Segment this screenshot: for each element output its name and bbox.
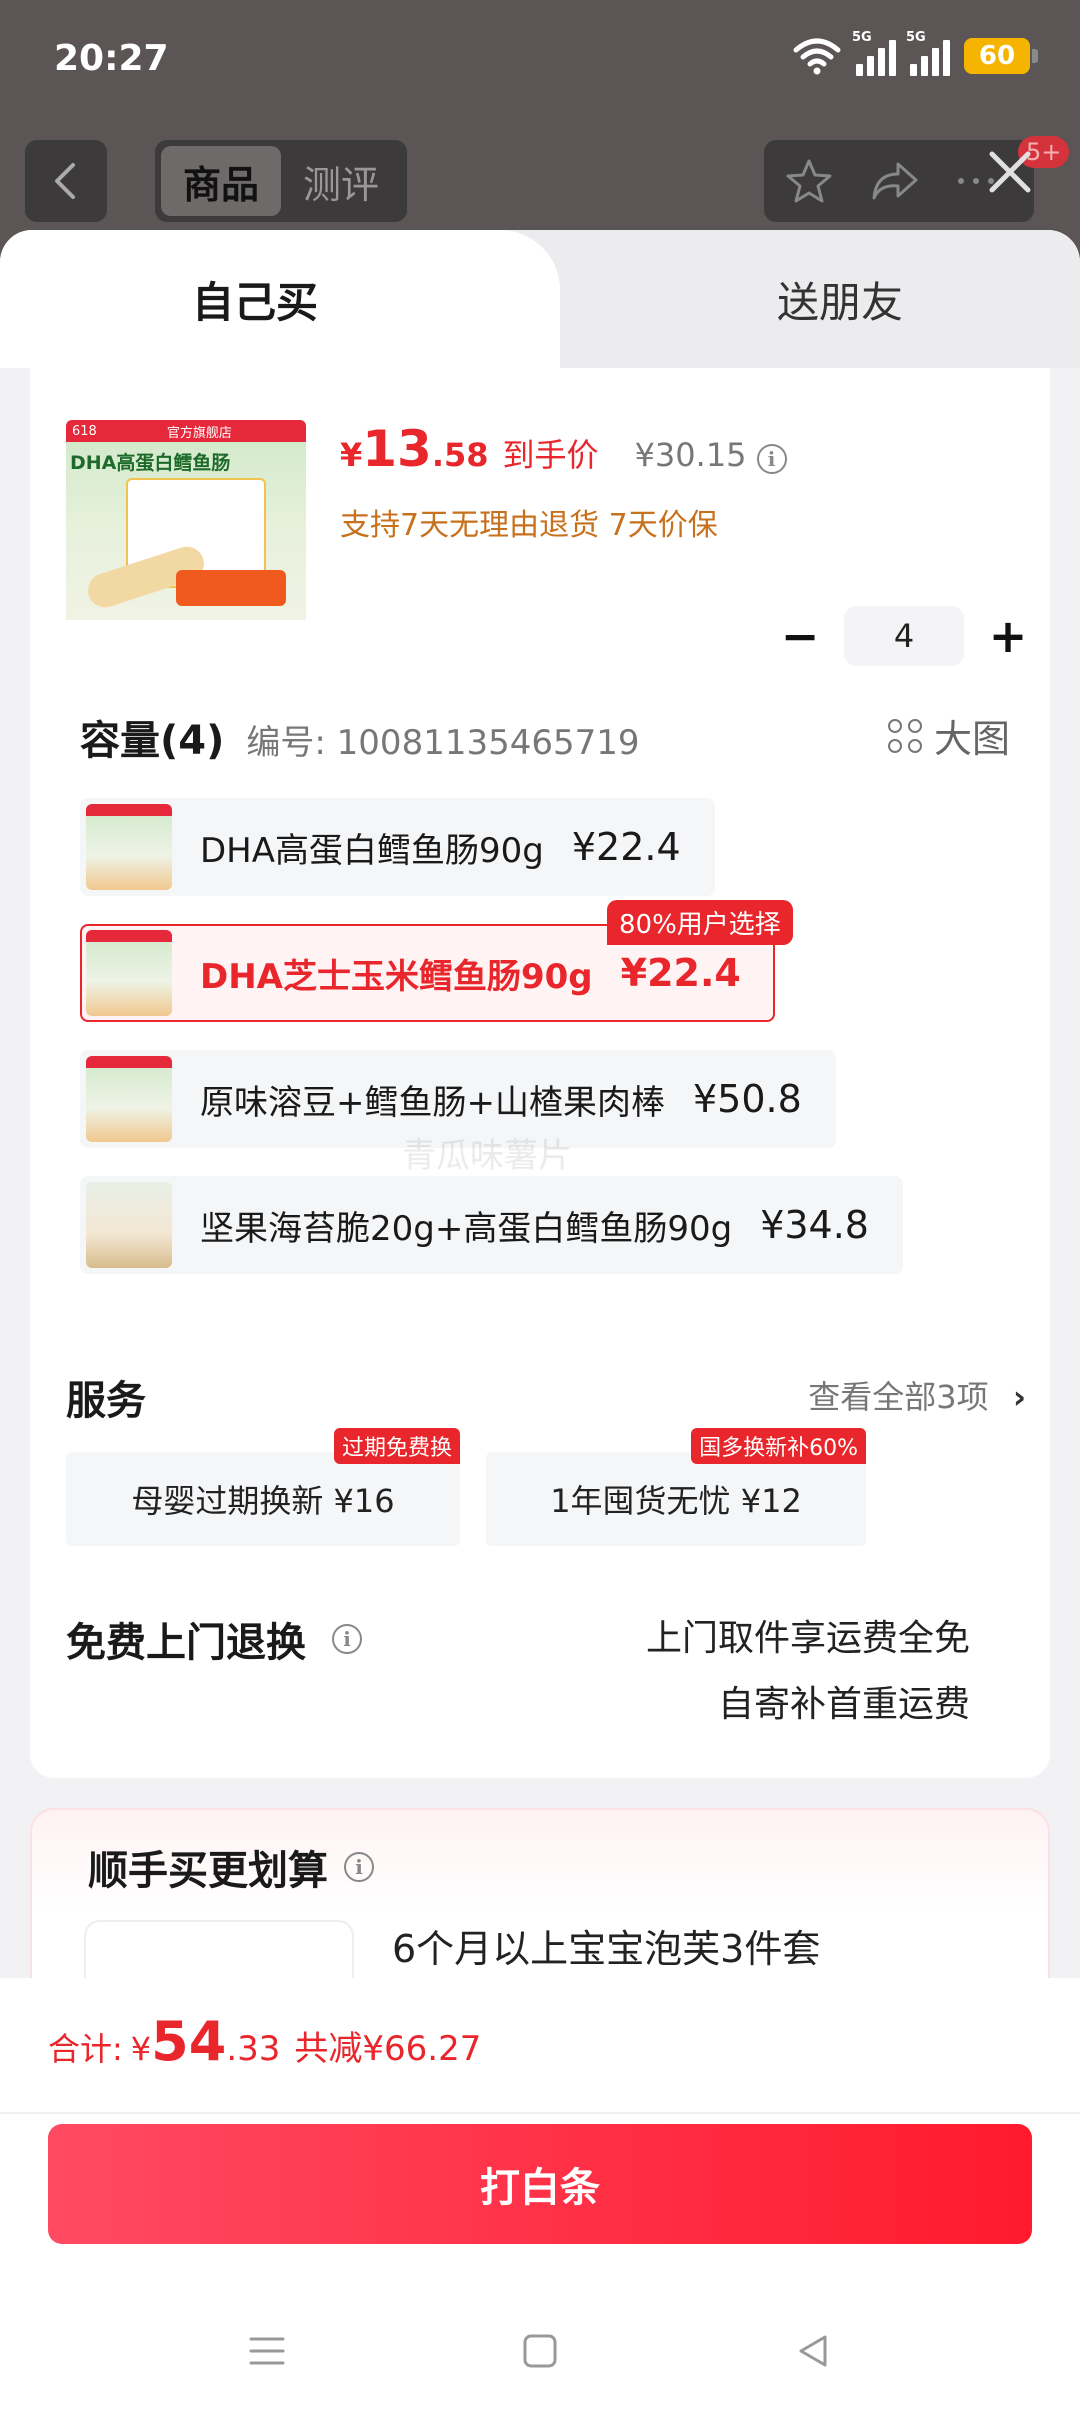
big-image-label: 大图 bbox=[933, 717, 1010, 761]
service-label: 母婴过期换新 ¥16 bbox=[131, 1482, 395, 1520]
price-label: 到手价 bbox=[502, 436, 599, 474]
promo-graphic bbox=[176, 570, 286, 606]
total-integer: 54 bbox=[151, 2010, 227, 2073]
services-header: 服务 查看全部3项 › bbox=[66, 1368, 1026, 1426]
return-line-2: 自寄补首重运费 bbox=[717, 1684, 970, 1725]
popular-tag: 80%用户选择 bbox=[607, 900, 793, 945]
image-title: DHA高蛋白鳕鱼肠 bbox=[70, 452, 231, 474]
back-button[interactable] bbox=[25, 140, 107, 222]
option-price: ¥34.8 bbox=[760, 1203, 869, 1247]
option-name: DHA高蛋白鳕鱼肠90g bbox=[200, 830, 544, 871]
close-icon[interactable] bbox=[980, 142, 1040, 202]
option-price: ¥50.8 bbox=[692, 1077, 802, 1121]
home-icon[interactable] bbox=[520, 2331, 560, 2371]
option-price: ¥22.4 bbox=[571, 825, 681, 869]
price-integer: 13 bbox=[362, 420, 432, 478]
product-card: 618 官方旗舰店 DHA高蛋白鳕鱼肠 ¥ 13 .58 到手价 ¥30.15 … bbox=[30, 368, 1050, 1778]
wifi-icon bbox=[793, 38, 841, 75]
big-image-toggle[interactable]: 大图 bbox=[887, 708, 1010, 763]
option-name: 坚果海苔脆20g+高蛋白鳕鱼肠90g bbox=[200, 1208, 733, 1249]
services-title: 服务 bbox=[66, 1378, 146, 1424]
signal-icon-1: 5G bbox=[852, 30, 896, 76]
option-thumbnail bbox=[86, 1056, 172, 1142]
product-image[interactable]: 618 官方旗舰店 DHA高蛋白鳕鱼肠 bbox=[66, 420, 306, 660]
info-icon[interactable]: i bbox=[332, 1624, 362, 1654]
battery-icon: 60 bbox=[964, 38, 1038, 74]
star-icon[interactable] bbox=[784, 156, 834, 206]
option-thumbnail bbox=[86, 1182, 172, 1268]
image-strip bbox=[66, 620, 306, 660]
tab-product[interactable]: 商品 bbox=[161, 146, 281, 216]
spec-title: 容量(4) bbox=[80, 718, 225, 764]
services-more-link[interactable]: 查看全部3项 › bbox=[808, 1372, 1026, 1418]
service-tag: 过期免费换 bbox=[333, 1428, 460, 1464]
spec-header: 容量(4) 编号: 10081135465719 大图 bbox=[80, 708, 1030, 766]
price-decimal: .58 bbox=[431, 436, 489, 474]
quantity-value[interactable]: 4 bbox=[844, 606, 964, 666]
addon-title: 顺手买更划算 i bbox=[88, 1838, 374, 1896]
purchase-mode-tabs: 送朋友 自己买 bbox=[0, 230, 1080, 368]
total-currency: ¥ bbox=[130, 2030, 152, 2068]
spec-option[interactable]: 坚果海苔脆20g+高蛋白鳕鱼肠90g ¥34.8 bbox=[80, 1176, 903, 1274]
info-icon[interactable]: i bbox=[344, 1852, 374, 1882]
menu-icon[interactable] bbox=[247, 2331, 287, 2371]
status-icons: 5G 5G 60 bbox=[792, 30, 1038, 76]
tab-review[interactable]: 测评 bbox=[281, 146, 401, 216]
service-option[interactable]: 国多换新补60% 1年囤货无忧 ¥12 bbox=[486, 1428, 866, 1546]
image-ribbon-left: 618 bbox=[72, 423, 97, 439]
decrease-button[interactable]: − bbox=[770, 606, 830, 666]
total-label: 合计: bbox=[48, 2030, 123, 2068]
top-navigation: 商品 测评 5+ bbox=[0, 136, 1080, 224]
total-decimal: .33 bbox=[226, 2029, 281, 2069]
pay-button[interactable]: 打白条 bbox=[48, 2124, 1032, 2244]
quantity-stepper: − 4 + bbox=[770, 606, 1038, 666]
option-name: DHA芝士玉米鳕鱼肠90g bbox=[200, 956, 593, 997]
grid-icon bbox=[887, 718, 922, 753]
image-ribbon-right: 官方旗舰店 bbox=[166, 425, 232, 441]
increase-button[interactable]: + bbox=[978, 606, 1038, 666]
option-name: 原味溶豆+鳕鱼肠+山楂果肉棒 bbox=[200, 1082, 665, 1123]
price-line: ¥ 13 .58 到手价 ¥30.15 i bbox=[340, 420, 787, 478]
signal-icon-2: 5G bbox=[906, 30, 950, 76]
chevron-left-icon bbox=[55, 163, 75, 199]
total-saving: 共减¥66.27 bbox=[294, 2029, 482, 2069]
addon-title-text: 顺手买更划算 bbox=[88, 1848, 328, 1894]
services-more-label: 查看全部3项 bbox=[808, 1378, 989, 1416]
status-bar: 20:27 5G 5G 60 bbox=[0, 0, 1080, 120]
guarantee-text: 支持7天无理由退货 7天价保 bbox=[340, 508, 718, 543]
info-icon[interactable]: i bbox=[756, 444, 787, 474]
divider bbox=[0, 2112, 1080, 2114]
tab-send-friend[interactable]: 送朋友 bbox=[560, 230, 1080, 368]
original-price: ¥30.15 bbox=[634, 436, 747, 474]
spec-option[interactable]: DHA高蛋白鳕鱼肠90g ¥22.4 bbox=[80, 798, 715, 896]
total-line: 合计: ¥ 54 .33 共减¥66.27 bbox=[48, 2010, 481, 2073]
page-tabs: 商品 测评 bbox=[155, 140, 407, 222]
spec-option-selected[interactable]: 80%用户选择 DHA芝士玉米鳕鱼肠90g ¥22.4 bbox=[80, 900, 793, 1022]
service-label: 1年囤货无忧 ¥12 bbox=[550, 1482, 802, 1520]
back-triangle-icon[interactable] bbox=[793, 2331, 833, 2371]
status-time: 20:27 bbox=[54, 38, 169, 79]
chevron-right-icon: › bbox=[1012, 1378, 1026, 1416]
option-thumbnail bbox=[86, 804, 172, 890]
return-service-title: 免费上门退换 i bbox=[66, 1610, 362, 1668]
share-icon[interactable] bbox=[868, 158, 922, 204]
checkout-bar: 合计: ¥ 54 .33 共减¥66.27 打白条 bbox=[0, 1978, 1080, 2412]
option-thumbnail bbox=[86, 930, 172, 1016]
system-navigation bbox=[0, 2296, 1080, 2406]
return-title-text: 免费上门退换 bbox=[66, 1620, 306, 1666]
return-line-1: 上门取件享运费全免 bbox=[645, 1618, 970, 1659]
watermark: 青瓜味薯片 bbox=[402, 1136, 572, 1176]
service-option[interactable]: 过期免费换 母婴过期换新 ¥16 bbox=[66, 1428, 460, 1546]
option-price: ¥22.4 bbox=[620, 951, 741, 995]
price-currency: ¥ bbox=[340, 436, 363, 474]
addon-item-name[interactable]: 6个月以上宝宝泡芙3件套 bbox=[392, 1918, 820, 1973]
spec-code: 编号: 10081135465719 bbox=[246, 723, 640, 763]
tab-buy-self[interactable]: 自己买 bbox=[0, 230, 560, 368]
service-tag: 国多换新补60% bbox=[691, 1428, 866, 1464]
return-service-detail: 上门取件享运费全免 自寄补首重运费 bbox=[646, 1606, 970, 1738]
